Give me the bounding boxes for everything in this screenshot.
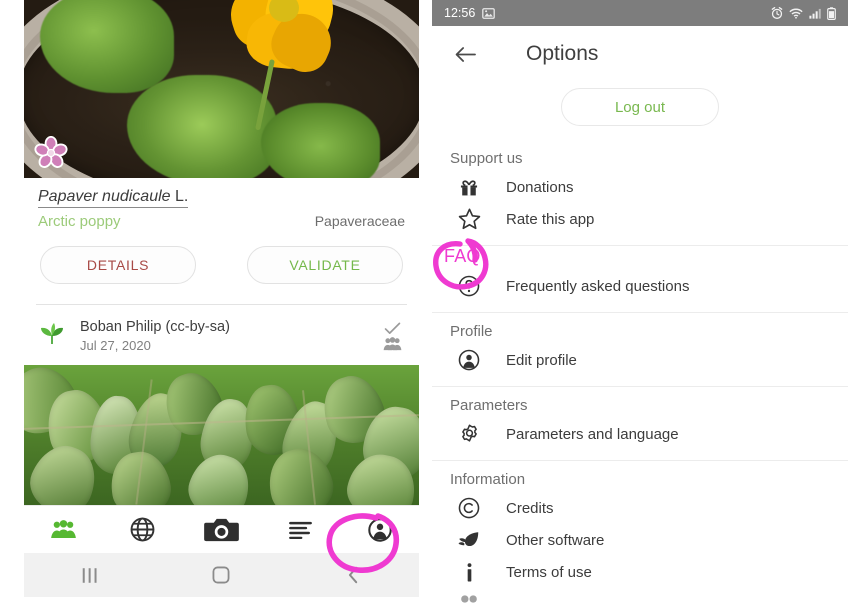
option-edit-profile[interactable]: Edit profile: [432, 344, 848, 376]
partial-icon: [432, 594, 506, 610]
back-button[interactable]: [448, 37, 482, 71]
observation-meta: Boban Philip (cc-by-sa) Jul 27, 2020: [80, 319, 379, 353]
option-label: Frequently asked questions: [506, 277, 690, 295]
section-title-information: Information: [450, 471, 526, 488]
recents-bars-icon: [82, 567, 97, 583]
wifi-icon: [789, 8, 803, 19]
foliage-cluster: [126, 74, 277, 178]
nav-back-button[interactable]: [325, 560, 381, 590]
section-information: Information Credits Other software Terms…: [432, 461, 848, 610]
option-label: Edit profile: [506, 351, 577, 369]
common-and-family-row: Arctic poppy Papaveraceae: [38, 213, 405, 230]
option-partial-cut-off[interactable]: [432, 588, 848, 610]
observation-author-row[interactable]: Boban Philip (cc-by-sa) Jul 27, 2020: [24, 305, 419, 365]
poppy-flower: [223, 0, 341, 131]
section-support-us: Support us Donations Rate this app: [432, 140, 848, 246]
status-bar-left: 12:56: [444, 6, 496, 20]
tab-explore[interactable]: [112, 508, 174, 552]
page-title: Options: [526, 42, 599, 65]
right-phone-screen: 12:56 Options Log out Support us Donatio…: [432, 0, 848, 610]
option-other-software[interactable]: Other software: [432, 524, 848, 556]
status-bar: 12:56: [432, 0, 848, 26]
section-profile: Profile Edit profile: [432, 313, 848, 387]
option-label: Credits: [506, 499, 554, 517]
annotation-label-faq: FAQ: [444, 246, 481, 266]
image-icon: [482, 7, 496, 19]
observation-status-icons: [379, 322, 405, 351]
alarm-clock-icon: [771, 7, 783, 19]
arrow-left-icon: [455, 46, 476, 62]
section-parameters: Parameters Parameters and language: [432, 387, 848, 461]
check-icon: [384, 322, 400, 334]
nav-recents-button[interactable]: [62, 560, 118, 590]
left-phone-screen: Papaver nudicaule L. Arctic poppy Papave…: [24, 0, 419, 610]
people-group-icon: [51, 520, 76, 539]
option-label: Other software: [506, 531, 605, 549]
option-terms-of-use[interactable]: Terms of use: [432, 556, 848, 588]
sprout-icon: [38, 322, 68, 351]
logout-row: Log out: [432, 82, 848, 140]
home-square-icon: [213, 566, 230, 584]
option-rate-this-app[interactable]: Rate this app: [432, 203, 848, 235]
logout-button[interactable]: Log out: [561, 88, 719, 126]
scientific-name: Papaver nudicaule L.: [38, 188, 189, 208]
star-outline-icon: [432, 208, 506, 230]
tab-list[interactable]: [270, 508, 332, 552]
gear-icon: [432, 423, 506, 446]
status-bar-time: 12:56: [444, 6, 476, 20]
option-parameters-and-language[interactable]: Parameters and language: [432, 418, 848, 450]
second-observation-photo[interactable]: [24, 365, 419, 505]
tab-community[interactable]: [33, 508, 95, 552]
tab-camera[interactable]: [191, 508, 253, 552]
observation-author: Boban Philip (cc-by-sa): [80, 319, 230, 335]
option-label: Rate this app: [506, 210, 595, 228]
android-system-navigation: [24, 553, 419, 597]
observation-hero-photo[interactable]: [24, 0, 419, 178]
info-icon: [432, 562, 506, 583]
option-donations[interactable]: Donations: [432, 171, 848, 203]
foliage-cluster: [261, 103, 380, 178]
leaf-icon: [432, 530, 506, 551]
scientific-name-author: L.: [175, 188, 189, 205]
screenshot-root: Papaver nudicaule L. Arctic poppy Papave…: [0, 0, 848, 610]
section-title-faq: [432, 246, 848, 264]
people-group-icon: [383, 336, 401, 350]
person-circle-icon: [432, 349, 506, 371]
details-button[interactable]: DETAILS: [40, 246, 196, 284]
observation-date: Jul 27, 2020: [80, 338, 151, 353]
status-bar-right: [771, 6, 836, 20]
common-name: Arctic poppy: [38, 213, 121, 230]
copyright-icon: [432, 497, 506, 519]
gift-icon: [432, 176, 506, 198]
options-appbar: Options: [432, 26, 848, 82]
scientific-name-text: Papaver nudicaule: [38, 188, 171, 205]
battery-icon: [827, 6, 836, 20]
flower-badge-icon: [34, 135, 68, 170]
section-title-support-us: Support us: [450, 150, 523, 167]
species-action-buttons: DETAILS VALIDATE: [38, 246, 405, 284]
section-title-profile: Profile: [450, 323, 493, 340]
app-bottom-tabbar: [24, 505, 419, 553]
option-credits[interactable]: Credits: [432, 492, 848, 524]
globe-icon: [130, 517, 155, 542]
species-card: Papaver nudicaule L. Arctic poppy Papave…: [24, 178, 419, 284]
cellular-signal-icon: [809, 8, 821, 19]
option-label: Terms of use: [506, 563, 592, 581]
section-faq: Frequently asked questions: [432, 246, 848, 313]
validate-button[interactable]: VALIDATE: [247, 246, 403, 284]
family-name: Papaveraceae: [314, 213, 405, 229]
nav-home-button[interactable]: [193, 560, 249, 590]
option-frequently-asked-questions[interactable]: Frequently asked questions: [432, 270, 848, 302]
tab-profile[interactable]: [349, 508, 411, 552]
option-label: Donations: [506, 178, 574, 196]
person-circle-icon: [367, 517, 392, 542]
camera-icon: [204, 518, 239, 542]
question-circle-icon: [432, 275, 506, 297]
option-label: Parameters and language: [506, 425, 679, 443]
section-title-parameters: Parameters: [450, 397, 528, 414]
back-chevron-icon: [348, 566, 357, 584]
list-lines-icon: [289, 521, 312, 539]
